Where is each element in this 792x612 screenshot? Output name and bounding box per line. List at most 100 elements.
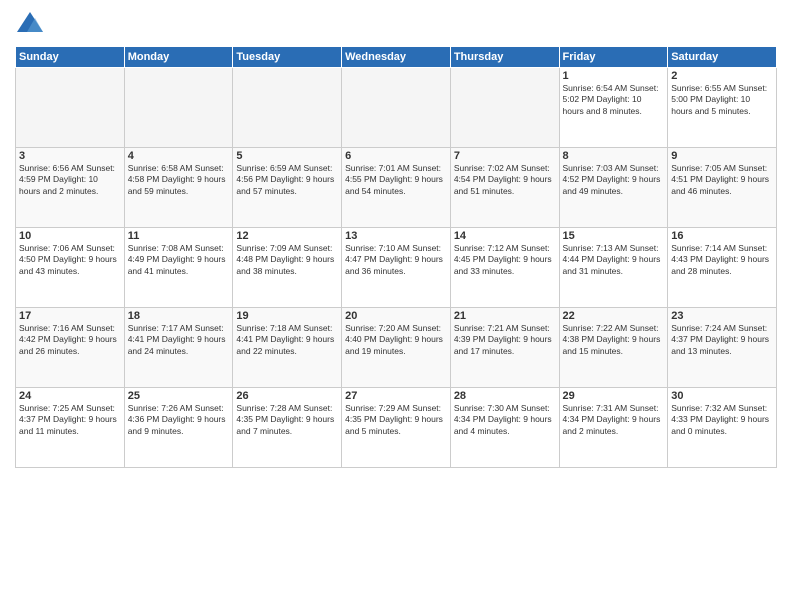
calendar-cell: 30Sunrise: 7:32 AM Sunset: 4:33 PM Dayli… [668,388,777,468]
day-number: 28 [454,390,556,402]
day-number: 18 [128,310,230,322]
day-number: 5 [236,150,338,162]
day-info: Sunrise: 7:08 AM Sunset: 4:49 PM Dayligh… [128,243,230,277]
calendar-cell: 25Sunrise: 7:26 AM Sunset: 4:36 PM Dayli… [124,388,233,468]
calendar-cell: 23Sunrise: 7:24 AM Sunset: 4:37 PM Dayli… [668,308,777,388]
day-number: 23 [671,310,773,322]
calendar-cell: 4Sunrise: 6:58 AM Sunset: 4:58 PM Daylig… [124,148,233,228]
weekday-header-monday: Monday [124,47,233,68]
day-info: Sunrise: 7:09 AM Sunset: 4:48 PM Dayligh… [236,243,338,277]
day-number: 8 [563,150,665,162]
day-info: Sunrise: 7:24 AM Sunset: 4:37 PM Dayligh… [671,323,773,357]
day-number: 3 [19,150,121,162]
day-info: Sunrise: 7:18 AM Sunset: 4:41 PM Dayligh… [236,323,338,357]
day-info: Sunrise: 7:17 AM Sunset: 4:41 PM Dayligh… [128,323,230,357]
calendar-cell: 8Sunrise: 7:03 AM Sunset: 4:52 PM Daylig… [559,148,668,228]
day-info: Sunrise: 7:29 AM Sunset: 4:35 PM Dayligh… [345,403,447,437]
calendar-cell: 20Sunrise: 7:20 AM Sunset: 4:40 PM Dayli… [342,308,451,388]
calendar-cell: 7Sunrise: 7:02 AM Sunset: 4:54 PM Daylig… [450,148,559,228]
day-number: 24 [19,390,121,402]
weekday-header-row: SundayMondayTuesdayWednesdayThursdayFrid… [16,47,777,68]
day-info: Sunrise: 6:55 AM Sunset: 5:00 PM Dayligh… [671,83,773,117]
day-info: Sunrise: 7:06 AM Sunset: 4:50 PM Dayligh… [19,243,121,277]
day-info: Sunrise: 7:31 AM Sunset: 4:34 PM Dayligh… [563,403,665,437]
week-row-4: 17Sunrise: 7:16 AM Sunset: 4:42 PM Dayli… [16,308,777,388]
calendar-cell: 13Sunrise: 7:10 AM Sunset: 4:47 PM Dayli… [342,228,451,308]
calendar-cell: 27Sunrise: 7:29 AM Sunset: 4:35 PM Dayli… [342,388,451,468]
weekday-header-tuesday: Tuesday [233,47,342,68]
day-info: Sunrise: 7:03 AM Sunset: 4:52 PM Dayligh… [563,163,665,197]
day-info: Sunrise: 7:21 AM Sunset: 4:39 PM Dayligh… [454,323,556,357]
calendar-cell: 3Sunrise: 6:56 AM Sunset: 4:59 PM Daylig… [16,148,125,228]
week-row-1: 1Sunrise: 6:54 AM Sunset: 5:02 PM Daylig… [16,68,777,148]
calendar-cell: 9Sunrise: 7:05 AM Sunset: 4:51 PM Daylig… [668,148,777,228]
calendar-cell: 17Sunrise: 7:16 AM Sunset: 4:42 PM Dayli… [16,308,125,388]
calendar-cell: 28Sunrise: 7:30 AM Sunset: 4:34 PM Dayli… [450,388,559,468]
calendar-cell: 1Sunrise: 6:54 AM Sunset: 5:02 PM Daylig… [559,68,668,148]
day-info: Sunrise: 6:56 AM Sunset: 4:59 PM Dayligh… [19,163,121,197]
day-info: Sunrise: 7:26 AM Sunset: 4:36 PM Dayligh… [128,403,230,437]
logo-icon [15,10,45,40]
calendar-cell: 24Sunrise: 7:25 AM Sunset: 4:37 PM Dayli… [16,388,125,468]
day-number: 2 [671,70,773,82]
day-number: 19 [236,310,338,322]
week-row-3: 10Sunrise: 7:06 AM Sunset: 4:50 PM Dayli… [16,228,777,308]
calendar-cell: 12Sunrise: 7:09 AM Sunset: 4:48 PM Dayli… [233,228,342,308]
calendar: SundayMondayTuesdayWednesdayThursdayFrid… [15,46,777,468]
day-info: Sunrise: 7:05 AM Sunset: 4:51 PM Dayligh… [671,163,773,197]
calendar-cell: 29Sunrise: 7:31 AM Sunset: 4:34 PM Dayli… [559,388,668,468]
day-info: Sunrise: 7:32 AM Sunset: 4:33 PM Dayligh… [671,403,773,437]
week-row-5: 24Sunrise: 7:25 AM Sunset: 4:37 PM Dayli… [16,388,777,468]
calendar-cell: 21Sunrise: 7:21 AM Sunset: 4:39 PM Dayli… [450,308,559,388]
day-number: 26 [236,390,338,402]
calendar-cell: 26Sunrise: 7:28 AM Sunset: 4:35 PM Dayli… [233,388,342,468]
calendar-cell [342,68,451,148]
calendar-cell: 5Sunrise: 6:59 AM Sunset: 4:56 PM Daylig… [233,148,342,228]
day-info: Sunrise: 7:10 AM Sunset: 4:47 PM Dayligh… [345,243,447,277]
day-number: 17 [19,310,121,322]
day-number: 12 [236,230,338,242]
day-number: 22 [563,310,665,322]
calendar-cell: 15Sunrise: 7:13 AM Sunset: 4:44 PM Dayli… [559,228,668,308]
day-info: Sunrise: 7:01 AM Sunset: 4:55 PM Dayligh… [345,163,447,197]
day-info: Sunrise: 7:22 AM Sunset: 4:38 PM Dayligh… [563,323,665,357]
day-number: 21 [454,310,556,322]
day-number: 29 [563,390,665,402]
weekday-header-wednesday: Wednesday [342,47,451,68]
day-number: 6 [345,150,447,162]
page: SundayMondayTuesdayWednesdayThursdayFrid… [0,0,792,612]
calendar-cell [124,68,233,148]
calendar-cell [16,68,125,148]
day-number: 20 [345,310,447,322]
day-info: Sunrise: 6:54 AM Sunset: 5:02 PM Dayligh… [563,83,665,117]
day-info: Sunrise: 6:58 AM Sunset: 4:58 PM Dayligh… [128,163,230,197]
day-number: 7 [454,150,556,162]
day-number: 14 [454,230,556,242]
day-info: Sunrise: 7:30 AM Sunset: 4:34 PM Dayligh… [454,403,556,437]
weekday-header-thursday: Thursday [450,47,559,68]
day-number: 16 [671,230,773,242]
day-info: Sunrise: 7:20 AM Sunset: 4:40 PM Dayligh… [345,323,447,357]
calendar-cell: 11Sunrise: 7:08 AM Sunset: 4:49 PM Dayli… [124,228,233,308]
day-number: 11 [128,230,230,242]
day-number: 4 [128,150,230,162]
day-info: Sunrise: 7:14 AM Sunset: 4:43 PM Dayligh… [671,243,773,277]
day-number: 1 [563,70,665,82]
calendar-cell: 22Sunrise: 7:22 AM Sunset: 4:38 PM Dayli… [559,308,668,388]
week-row-2: 3Sunrise: 6:56 AM Sunset: 4:59 PM Daylig… [16,148,777,228]
calendar-cell: 19Sunrise: 7:18 AM Sunset: 4:41 PM Dayli… [233,308,342,388]
day-number: 25 [128,390,230,402]
day-info: Sunrise: 7:13 AM Sunset: 4:44 PM Dayligh… [563,243,665,277]
day-number: 13 [345,230,447,242]
day-number: 10 [19,230,121,242]
day-info: Sunrise: 6:59 AM Sunset: 4:56 PM Dayligh… [236,163,338,197]
day-info: Sunrise: 7:02 AM Sunset: 4:54 PM Dayligh… [454,163,556,197]
day-number: 15 [563,230,665,242]
day-info: Sunrise: 7:25 AM Sunset: 4:37 PM Dayligh… [19,403,121,437]
calendar-cell: 10Sunrise: 7:06 AM Sunset: 4:50 PM Dayli… [16,228,125,308]
logo [15,10,49,40]
calendar-cell: 6Sunrise: 7:01 AM Sunset: 4:55 PM Daylig… [342,148,451,228]
calendar-cell: 18Sunrise: 7:17 AM Sunset: 4:41 PM Dayli… [124,308,233,388]
day-number: 9 [671,150,773,162]
calendar-cell [450,68,559,148]
